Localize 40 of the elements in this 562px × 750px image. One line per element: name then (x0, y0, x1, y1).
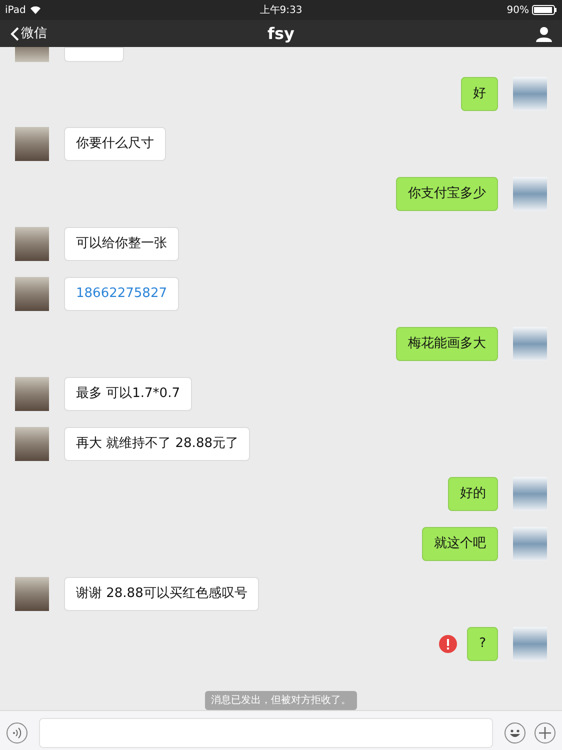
time-label: 上午9:33 (260, 4, 302, 18)
avatar-photo-placeholder[interactable] (513, 477, 547, 511)
avatar-photo-placeholder[interactable] (513, 177, 547, 211)
message-bubble: 梅花能画多大 (396, 327, 498, 361)
error-icon[interactable] (439, 635, 458, 653)
message-bubble: 你支付宝多少 (396, 177, 498, 211)
chevron-left-icon (10, 26, 19, 40)
smiley-icon[interactable] (504, 722, 526, 744)
avatar-photo-placeholder[interactable] (513, 627, 547, 661)
message-bubble: 就这个吧 (422, 527, 498, 561)
message-bubble: 你要什么尺寸 (64, 127, 166, 161)
avatar-photo-placeholder[interactable] (513, 327, 547, 361)
message-bubble: 好 (461, 77, 498, 111)
message-input-field[interactable] (39, 718, 493, 748)
message-bubble: 谢谢 28.88可以买红色感叹号 (64, 577, 260, 611)
system-notice: 消息已发出，但被对方拒收了。 (205, 691, 357, 710)
voice-icon[interactable] (6, 722, 28, 744)
avatar-photo-placeholder[interactable] (513, 77, 547, 111)
person-icon[interactable] (536, 26, 552, 42)
message-bubble: 最多 可以1.7*0.7 (64, 377, 192, 411)
message-bubble: 再大 就维持不了 28.88元了 (64, 427, 250, 461)
battery-icon (532, 5, 557, 15)
message-bubble: 好的 (448, 477, 498, 511)
device-label: iPad (5, 4, 26, 18)
battery-label: 90% (506, 4, 529, 18)
message-bubble (64, 47, 124, 62)
avatar-photo-placeholder[interactable] (15, 377, 49, 411)
avatar-photo-placeholder[interactable] (15, 277, 49, 311)
message-bubble: 可以给你整一张 (64, 227, 179, 261)
phone-link[interactable]: 18662275827 (64, 277, 179, 311)
chat-title: fsy (268, 22, 294, 44)
avatar-photo-placeholder[interactable] (15, 427, 49, 461)
avatar-photo-placeholder[interactable] (15, 127, 49, 161)
back-button[interactable]: 微信 (10, 24, 47, 44)
plus-icon[interactable] (534, 722, 556, 744)
avatar-photo-placeholder[interactable] (15, 577, 49, 611)
wifi-icon (30, 6, 41, 14)
message-bubble: ? (467, 627, 498, 661)
avatar-photo-placeholder[interactable] (513, 527, 547, 561)
avatar-photo-placeholder[interactable] (15, 227, 49, 261)
